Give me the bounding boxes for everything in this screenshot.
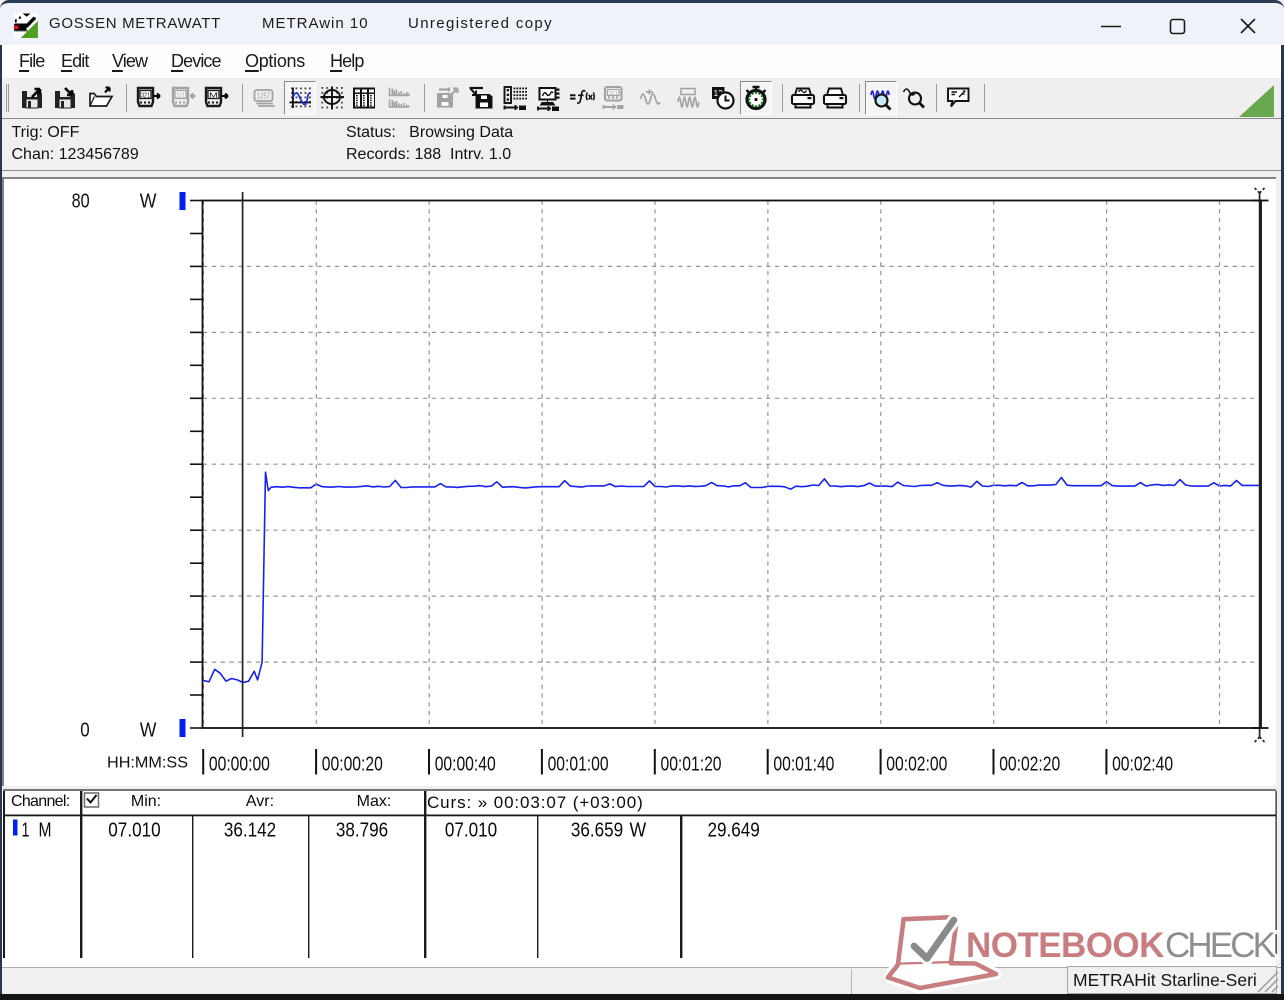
svg-text:W: W [630,820,647,842]
svg-text:CHECK: CHECK [1165,926,1276,965]
svg-text:00:00:00: 00:00:00 [209,754,270,776]
svg-text:2: 2 [962,90,966,97]
svg-text:36.142: 36.142 [224,820,276,842]
svg-text:M: M [209,90,218,99]
svg-text:W: W [140,191,157,213]
svg-text:80: 80 [72,191,90,213]
svg-text:07.010: 07.010 [445,820,497,842]
svg-text:00:01:00: 00:01:00 [548,754,609,776]
svg-text:00:02:00: 00:02:00 [886,754,947,776]
svg-text:36.659: 36.659 [571,820,623,842]
svg-text:M: M [39,820,52,842]
svg-text:00:02:20: 00:02:20 [999,754,1060,776]
svg-text:321: 321 [176,90,185,99]
svg-text:NOTEBOOK: NOTEBOOK [966,926,1164,965]
svg-text:00:02:40: 00:02:40 [1112,754,1173,776]
svg-text:29.649: 29.649 [708,820,760,842]
svg-text:321: 321 [609,91,618,97]
svg-text:0: 0 [80,720,89,742]
svg-text:HH:MM:SS: HH:MM:SS [107,755,188,772]
svg-text:1: 1 [22,820,30,842]
svg-text:00:01:20: 00:01:20 [661,754,722,776]
svg-text:00:00:20: 00:00:20 [322,754,383,776]
svg-text:07.010: 07.010 [108,820,160,842]
svg-text:1257: 1257 [257,92,270,101]
svg-text:00:00:40: 00:00:40 [435,754,496,776]
svg-text:321: 321 [141,90,150,99]
svg-text:38.796: 38.796 [336,820,388,842]
svg-text:W: W [140,720,157,742]
svg-text:00:01:40: 00:01:40 [773,754,834,776]
